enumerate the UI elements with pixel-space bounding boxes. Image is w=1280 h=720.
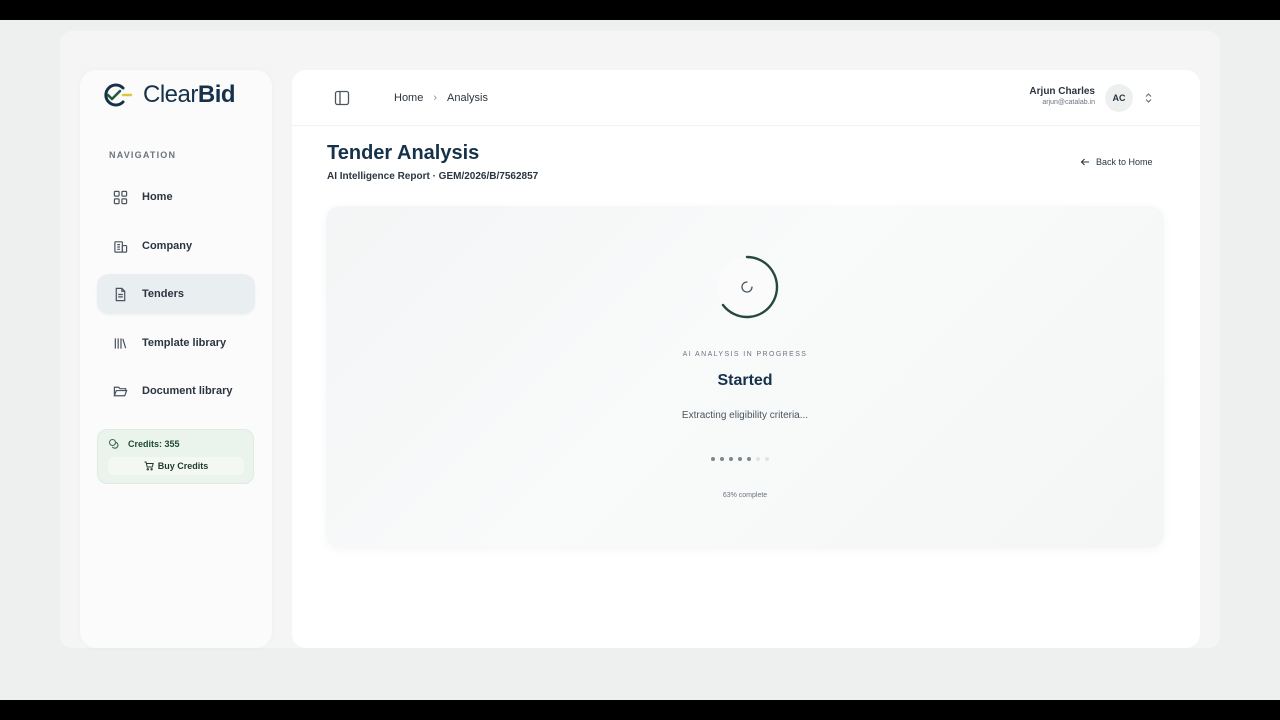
avatar[interactable]: AC bbox=[1105, 84, 1133, 112]
step-dot bbox=[756, 457, 760, 461]
breadcrumb-home[interactable]: Home bbox=[394, 92, 423, 104]
grid-icon bbox=[113, 190, 128, 204]
sidebar-item-tenders[interactable]: Tenders bbox=[97, 274, 255, 314]
chevron-right-icon: › bbox=[433, 92, 438, 104]
brand-logo[interactable]: ClearBid bbox=[99, 80, 236, 110]
progress-text: 63% complete bbox=[722, 492, 768, 499]
back-link-label: Back to Home bbox=[1096, 157, 1153, 167]
folder-open-icon bbox=[113, 386, 128, 396]
credits-balance: Credits: 355 bbox=[108, 438, 180, 450]
sidebar-item-template-library[interactable]: Template library bbox=[97, 323, 255, 363]
arrow-left-icon bbox=[1080, 158, 1089, 166]
sidebar-item-label: Tenders bbox=[142, 288, 184, 300]
breadcrumb-analysis: Analysis bbox=[447, 92, 488, 104]
brand-name-light: Clear bbox=[143, 81, 198, 108]
sidebar-item-label: Document library bbox=[142, 385, 233, 397]
sidebar-item-home[interactable]: Home bbox=[97, 177, 255, 217]
step-dot bbox=[720, 457, 724, 461]
brand-name: ClearBid bbox=[143, 81, 236, 109]
sidebar-item-company[interactable]: Company bbox=[97, 226, 255, 266]
sidebar-toggle-icon[interactable] bbox=[334, 90, 350, 106]
chevron-up-down-icon[interactable] bbox=[1144, 92, 1153, 104]
breadcrumb: Home › Analysis bbox=[394, 92, 488, 104]
user-info[interactable]: Arjun Charles arjun@catalab.in bbox=[1020, 86, 1095, 106]
back-to-home-link[interactable]: Back to Home bbox=[1080, 157, 1153, 167]
step-dot bbox=[747, 457, 751, 461]
buy-credits-label: Buy Credits bbox=[157, 461, 209, 471]
sidebar-item-label: Company bbox=[142, 240, 193, 252]
coins-icon bbox=[108, 438, 119, 449]
step-dot bbox=[738, 457, 742, 461]
building-icon bbox=[114, 240, 128, 253]
analysis-label: AI ANALYSIS IN PROGRESS bbox=[682, 351, 808, 358]
user-name: Arjun Charles bbox=[1029, 86, 1095, 97]
step-dot bbox=[765, 457, 769, 461]
step-indicator bbox=[711, 457, 769, 461]
credits-panel: Credits: 355 Buy Credits bbox=[97, 429, 254, 484]
sidebar-item-document-library[interactable]: Document library bbox=[97, 371, 255, 411]
analysis-detail: Extracting eligibility criteria... bbox=[681, 410, 809, 421]
step-dot bbox=[711, 457, 715, 461]
clearbid-logo-icon bbox=[104, 83, 133, 107]
nav-heading: NAVIGATION bbox=[109, 150, 177, 160]
books-icon bbox=[114, 337, 127, 349]
buy-credits-button[interactable]: Buy Credits bbox=[108, 457, 244, 475]
user-email: arjun@catalab.in bbox=[1042, 99, 1095, 106]
page-subtitle: AI Intelligence Report · GEM/2026/B/7562… bbox=[327, 171, 539, 182]
analysis-status: Started bbox=[717, 372, 773, 389]
loading-spinner-icon bbox=[717, 255, 779, 319]
brand-name-bold: Bid bbox=[197, 81, 236, 108]
page-title: Tender Analysis bbox=[327, 142, 480, 164]
step-dot bbox=[729, 457, 733, 461]
sidebar-item-label: Home bbox=[142, 191, 173, 203]
document-icon bbox=[115, 287, 126, 301]
sidebar-item-label: Template library bbox=[142, 337, 227, 349]
cart-icon bbox=[144, 461, 154, 471]
credits-label: Credits: 355 bbox=[128, 439, 180, 449]
